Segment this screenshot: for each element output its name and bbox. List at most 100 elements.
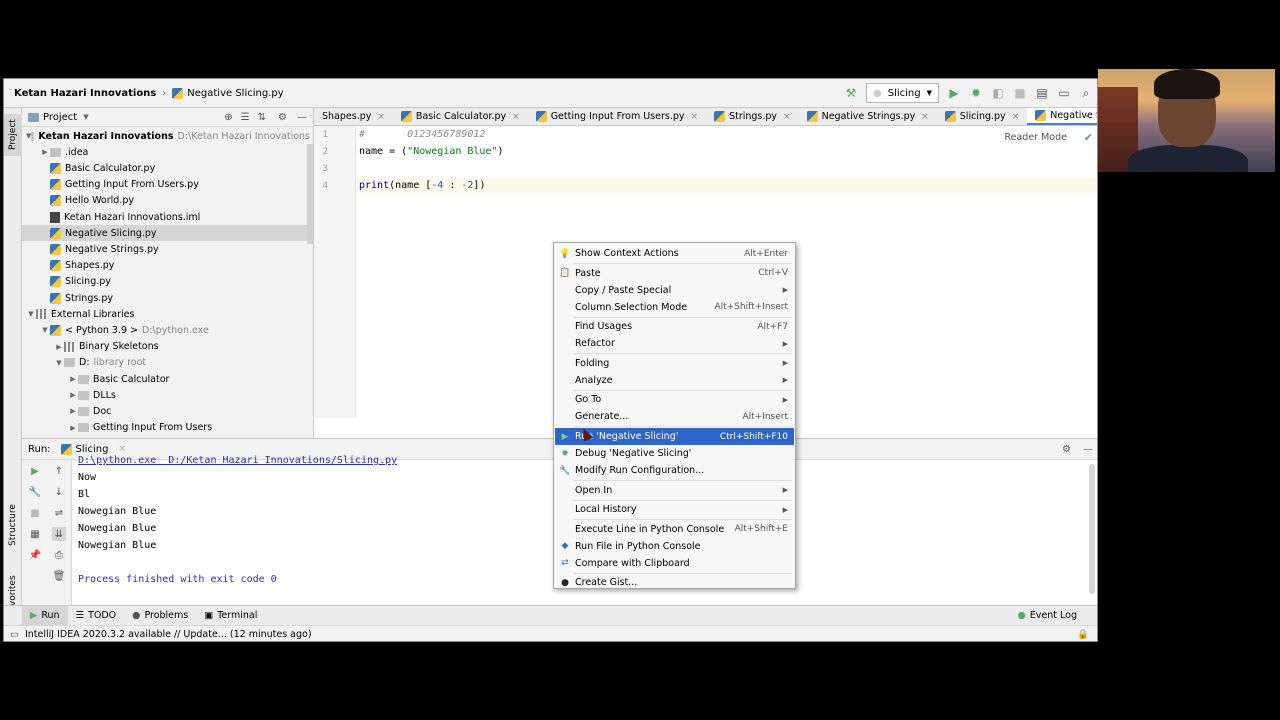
tree-item[interactable]: ▼ Ketan Hazari Innovations D:\Ketan Hazari…	[22, 128, 310, 144]
run-configuration-select[interactable]: ● Slicing ▼	[866, 83, 939, 103]
context-menu-item[interactable]: Folding ▶	[555, 355, 794, 372]
context-menu-item[interactable]: Find Usages Alt+F7	[555, 318, 794, 335]
reader-mode-button[interactable]: Reader Mode	[1004, 132, 1067, 143]
editor-tab[interactable]: Strings.py ×	[706, 108, 799, 125]
coverage-icon[interactable]: ◧	[991, 86, 1005, 100]
chevron-down-icon[interactable]: ▼	[54, 359, 64, 367]
tree-item[interactable]: Slicing.py	[22, 274, 310, 290]
up-arrow-icon[interactable]: ↑	[52, 464, 66, 478]
tree-item[interactable]: Negative Slicing.py	[22, 225, 310, 242]
chevron-down-icon[interactable]: ▼	[83, 113, 88, 121]
project-view-select[interactable]: Project	[43, 112, 77, 123]
down-arrow-icon[interactable]: ↓	[52, 485, 66, 499]
chevron-down-icon[interactable]: ▼	[26, 310, 36, 318]
close-icon[interactable]: ×	[1012, 112, 1020, 122]
debug-icon[interactable]: ✹	[969, 86, 983, 100]
collapse-all-icon[interactable]: ⇅	[258, 112, 266, 123]
close-icon[interactable]: ×	[921, 112, 929, 122]
tree-item[interactable]: Getting Input From Users.py	[22, 177, 310, 193]
window-icon[interactable]: ▭	[1057, 86, 1071, 100]
gear-icon[interactable]: ⚙	[1062, 444, 1071, 455]
scroll-to-end-icon[interactable]: ⇊	[52, 527, 66, 541]
tree-item[interactable]: Negative Strings.py	[22, 241, 310, 257]
stop-icon[interactable]: ■	[28, 506, 42, 520]
lock-icon[interactable]: 🔒	[1077, 629, 1089, 640]
chevron-right-icon[interactable]: ▶	[40, 148, 50, 156]
chevron-right-icon[interactable]: ▶	[68, 424, 78, 432]
trash-icon[interactable]: 🗑	[52, 569, 66, 583]
tree-item[interactable]: ▶ Getting Input From Users	[22, 420, 310, 436]
tree-item[interactable]: Shapes.py	[22, 258, 310, 274]
editor-tab[interactable]: Slicing.py ×	[937, 108, 1027, 125]
structure-tool-tab[interactable]: Structure	[4, 500, 22, 550]
context-menu-item[interactable]: ● Create Gist...	[555, 574, 794, 591]
rerun-icon[interactable]: ▶	[28, 464, 42, 478]
close-icon[interactable]: ×	[783, 112, 791, 122]
chevron-down-icon[interactable]: ▼	[40, 326, 50, 334]
editor-tab[interactable]: Getting Input From Users.py ×	[528, 108, 706, 125]
tree-item[interactable]: Hello World.py	[22, 193, 310, 209]
context-menu-item[interactable]: 💡 Show Context Actions Alt+Enter	[555, 245, 794, 262]
close-icon[interactable]: ×	[512, 112, 520, 122]
editor-tab[interactable]: Shapes.py ×	[314, 108, 393, 125]
context-menu-item[interactable]: Refactor ▶	[555, 335, 794, 352]
folder-icon[interactable]: ▤	[1035, 86, 1049, 100]
hide-icon[interactable]: —	[297, 112, 307, 123]
chevron-right-icon[interactable]: ▶	[54, 343, 64, 351]
console-command-line[interactable]: D:\python.exe D:/Ketan Hazari Innovation…	[78, 455, 397, 466]
wrench-icon[interactable]: 🔧	[28, 485, 42, 499]
console-scrollbar[interactable]	[1089, 464, 1095, 594]
layout-icon[interactable]: ▦	[28, 527, 42, 541]
editor-tab[interactable]: Negative Strings.py ×	[799, 108, 937, 125]
status-toggle-icon[interactable]: ▭	[10, 629, 19, 640]
tree-item[interactable]: ▶ Doc	[22, 403, 310, 419]
gear-icon[interactable]: ⚙	[278, 112, 287, 123]
close-icon[interactable]: ×	[118, 444, 126, 454]
editor-tab[interactable]: Basic Calculator.py ×	[393, 108, 528, 125]
breadcrumb-project[interactable]: Ketan Hazari Innovations	[14, 88, 156, 99]
terminal-tool-button[interactable]: ▣ Terminal	[196, 606, 265, 626]
chevron-right-icon[interactable]: ▶	[68, 375, 78, 383]
context-menu-item[interactable]: Analyze ▶	[555, 372, 794, 389]
tabs-dropdown-icon[interactable]: ⌄	[1083, 110, 1091, 120]
search-icon[interactable]: ⌕	[1079, 86, 1093, 100]
run-tool-button[interactable]: ▶ Run	[22, 605, 68, 626]
tree-item[interactable]: ▶ Basic Calculator	[22, 371, 310, 387]
tree-item[interactable]: ▼ < Python 3.9 > D:\python.exe	[22, 322, 310, 338]
tree-item[interactable]: ▶ DLLs	[22, 387, 310, 403]
context-menu-item[interactable]: 🔧 Modify Run Configuration...	[555, 462, 794, 479]
locate-icon[interactable]: ⊕	[224, 112, 232, 123]
run-tab-slicing[interactable]: Slicing	[76, 444, 109, 455]
close-icon[interactable]: ×	[691, 112, 699, 122]
context-menu-item[interactable]: Open In ▶	[555, 482, 794, 499]
tree-item[interactable]: ▶ Binary Skeletons	[22, 339, 310, 355]
stop-icon[interactable]: ■	[1013, 86, 1027, 100]
expand-all-icon[interactable]: ☰	[241, 112, 250, 123]
context-menu-item[interactable]: Column Selection Mode Alt+Shift+Insert	[555, 299, 794, 316]
context-menu-item[interactable]: 📋 Paste Ctrl+V	[555, 265, 794, 282]
context-menu-item[interactable]: Generate... Alt+Insert	[555, 408, 794, 425]
context-menu-item[interactable]: ◆ Run File in Python Console	[555, 538, 794, 555]
print-icon[interactable]: ⎙	[52, 548, 66, 562]
tree-item[interactable]: ▼ D: library root	[22, 355, 310, 371]
context-menu-item[interactable]: Local History ▶	[555, 501, 794, 518]
breadcrumb-file[interactable]: Negative Slicing.py	[187, 88, 283, 99]
context-menu-item[interactable]: Copy / Paste Special ▶	[555, 282, 794, 299]
tree-item[interactable]: ▼ External Libraries	[22, 306, 310, 322]
context-menu-item[interactable]: Go To ▶	[555, 391, 794, 408]
todo-tool-button[interactable]: ☰ TODO	[68, 606, 125, 626]
tree-item[interactable]: Basic Calculator.py	[22, 160, 310, 176]
status-message[interactable]: IntelliJ IDEA 2020.3.2 available // Upda…	[25, 629, 312, 640]
hide-icon[interactable]: —	[1083, 444, 1093, 455]
context-menu-item[interactable]: Execute Line in Python Console Alt+Shift+…	[555, 521, 794, 538]
project-tool-tab[interactable]: Project	[4, 114, 22, 156]
project-scrollbar[interactable]	[307, 144, 313, 244]
soft-wrap-icon[interactable]: ⇌	[52, 506, 66, 520]
event-log-button[interactable]: ● Event Log	[1010, 606, 1086, 626]
pin-icon[interactable]: 📌	[28, 548, 42, 562]
hammer-icon[interactable]: ⚒	[844, 86, 858, 100]
context-menu-item[interactable]: ✹ Debug 'Negative Slicing'	[555, 445, 794, 462]
chevron-right-icon[interactable]: ▶	[68, 391, 78, 399]
tree-item[interactable]: Strings.py	[22, 290, 310, 306]
tree-item[interactable]: Ketan Hazari Innovations.iml	[22, 209, 310, 225]
